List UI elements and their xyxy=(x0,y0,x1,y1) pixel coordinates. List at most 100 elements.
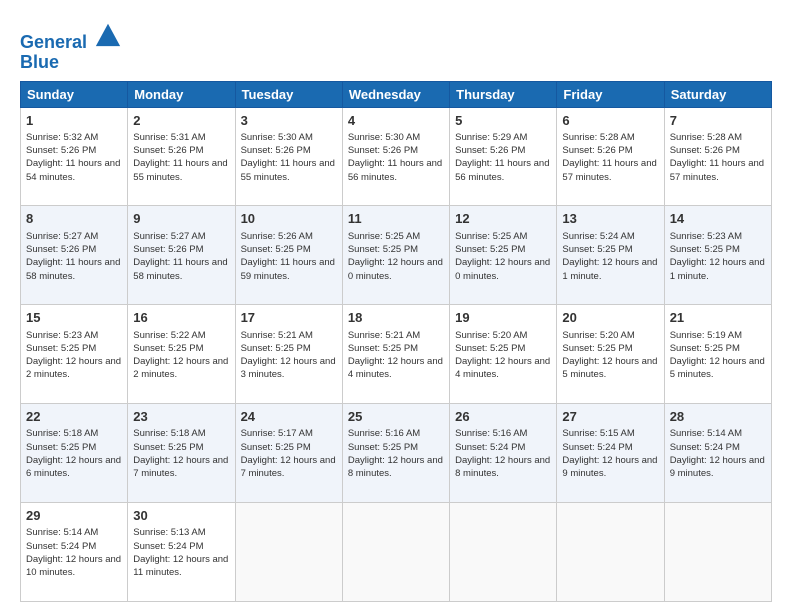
sunrise-text: Sunrise: 5:25 AM xyxy=(348,231,420,242)
sunrise-text: Sunrise: 5:21 AM xyxy=(241,330,313,341)
calendar-cell: 1Sunrise: 5:32 AMSunset: 5:26 PMDaylight… xyxy=(21,107,128,206)
daylight-text: Daylight: 11 hours and 58 minutes. xyxy=(26,257,120,281)
sunset-text: Sunset: 5:25 PM xyxy=(348,442,418,453)
sunset-text: Sunset: 5:25 PM xyxy=(241,244,311,255)
day-header-wednesday: Wednesday xyxy=(342,81,449,107)
sunrise-text: Sunrise: 5:27 AM xyxy=(133,231,205,242)
sunrise-text: Sunrise: 5:20 AM xyxy=(562,330,634,341)
calendar-cell xyxy=(235,503,342,602)
sunrise-text: Sunrise: 5:23 AM xyxy=(670,231,742,242)
sunrise-text: Sunrise: 5:14 AM xyxy=(670,428,742,439)
sunset-text: Sunset: 5:26 PM xyxy=(26,145,96,156)
sunset-text: Sunset: 5:24 PM xyxy=(133,541,203,552)
calendar-body: 1Sunrise: 5:32 AMSunset: 5:26 PMDaylight… xyxy=(21,107,772,601)
day-number: 4 xyxy=(348,112,444,130)
sunset-text: Sunset: 5:26 PM xyxy=(348,145,418,156)
calendar-header-row: SundayMondayTuesdayWednesdayThursdayFrid… xyxy=(21,81,772,107)
day-number: 8 xyxy=(26,210,122,228)
sunrise-text: Sunrise: 5:13 AM xyxy=(133,527,205,538)
sunrise-text: Sunrise: 5:26 AM xyxy=(241,231,313,242)
daylight-text: Daylight: 12 hours and 9 minutes. xyxy=(562,455,657,479)
day-number: 24 xyxy=(241,408,337,426)
day-number: 28 xyxy=(670,408,766,426)
sunset-text: Sunset: 5:26 PM xyxy=(26,244,96,255)
day-header-tuesday: Tuesday xyxy=(235,81,342,107)
calendar-cell: 27Sunrise: 5:15 AMSunset: 5:24 PMDayligh… xyxy=(557,404,664,503)
calendar-cell: 14Sunrise: 5:23 AMSunset: 5:25 PMDayligh… xyxy=(664,206,771,305)
sunset-text: Sunset: 5:24 PM xyxy=(670,442,740,453)
sunrise-text: Sunrise: 5:27 AM xyxy=(26,231,98,242)
calendar-cell: 29Sunrise: 5:14 AMSunset: 5:24 PMDayligh… xyxy=(21,503,128,602)
day-number: 16 xyxy=(133,309,229,327)
sunrise-text: Sunrise: 5:22 AM xyxy=(133,330,205,341)
daylight-text: Daylight: 12 hours and 0 minutes. xyxy=(455,257,550,281)
daylight-text: Daylight: 11 hours and 57 minutes. xyxy=(562,158,656,182)
day-number: 9 xyxy=(133,210,229,228)
calendar-cell: 5Sunrise: 5:29 AMSunset: 5:26 PMDaylight… xyxy=(450,107,557,206)
sunrise-text: Sunrise: 5:29 AM xyxy=(455,132,527,143)
day-number: 20 xyxy=(562,309,658,327)
calendar-cell: 12Sunrise: 5:25 AMSunset: 5:25 PMDayligh… xyxy=(450,206,557,305)
daylight-text: Daylight: 11 hours and 57 minutes. xyxy=(670,158,764,182)
day-number: 2 xyxy=(133,112,229,130)
sunset-text: Sunset: 5:25 PM xyxy=(26,442,96,453)
sunrise-text: Sunrise: 5:23 AM xyxy=(26,330,98,341)
calendar-week-row: 8 Sunrise: 5:27 AM Sunset: 5:26 PM Daylight… xyxy=(21,206,772,305)
logo-text: General xyxy=(20,20,122,53)
daylight-text: Daylight: 12 hours and 4 minutes. xyxy=(455,356,550,380)
sunrise-text: Sunrise: 5:30 AM xyxy=(348,132,420,143)
daylight-text: Daylight: 11 hours and 55 minutes. xyxy=(241,158,335,182)
daylight-text: Daylight: 12 hours and 6 minutes. xyxy=(26,455,121,479)
calendar-cell xyxy=(342,503,449,602)
sunset-text: Sunset: 5:25 PM xyxy=(562,343,632,354)
sunrise-text: Sunrise: 5:16 AM xyxy=(348,428,420,439)
day-number: 14 xyxy=(670,210,766,228)
day-number: 7 xyxy=(670,112,766,130)
calendar-cell: 23Sunrise: 5:18 AMSunset: 5:25 PMDayligh… xyxy=(128,404,235,503)
sunset-text: Sunset: 5:25 PM xyxy=(133,442,203,453)
day-number: 10 xyxy=(241,210,337,228)
sunrise-text: Sunrise: 5:21 AM xyxy=(348,330,420,341)
sunrise-text: Sunrise: 5:18 AM xyxy=(133,428,205,439)
daylight-text: Daylight: 12 hours and 5 minutes. xyxy=(670,356,765,380)
calendar-week-row: 29Sunrise: 5:14 AMSunset: 5:24 PMDayligh… xyxy=(21,503,772,602)
sunset-text: Sunset: 5:25 PM xyxy=(670,343,740,354)
sunset-text: Sunset: 5:25 PM xyxy=(241,442,311,453)
day-number: 22 xyxy=(26,408,122,426)
calendar-week-row: 22 Sunrise: 5:18 AM Sunset: 5:25 PM Dayligh… xyxy=(21,404,772,503)
day-number: 6 xyxy=(562,112,658,130)
header: General Blue xyxy=(20,16,772,73)
calendar-cell: 19Sunrise: 5:20 AMSunset: 5:25 PMDayligh… xyxy=(450,305,557,404)
sunrise-text: Sunrise: 5:24 AM xyxy=(562,231,634,242)
daylight-text: Daylight: 11 hours and 59 minutes. xyxy=(241,257,335,281)
calendar-cell: 16Sunrise: 5:22 AMSunset: 5:25 PMDayligh… xyxy=(128,305,235,404)
daylight-text: Daylight: 12 hours and 8 minutes. xyxy=(348,455,443,479)
day-number: 12 xyxy=(455,210,551,228)
calendar-cell xyxy=(664,503,771,602)
sunrise-text: Sunrise: 5:15 AM xyxy=(562,428,634,439)
calendar-cell: 17Sunrise: 5:21 AMSunset: 5:25 PMDayligh… xyxy=(235,305,342,404)
day-number: 15 xyxy=(26,309,122,327)
daylight-text: Daylight: 11 hours and 56 minutes. xyxy=(455,158,549,182)
day-number: 27 xyxy=(562,408,658,426)
calendar-cell: 24Sunrise: 5:17 AMSunset: 5:25 PMDayligh… xyxy=(235,404,342,503)
sunrise-text: Sunrise: 5:14 AM xyxy=(26,527,98,538)
sunset-text: Sunset: 5:25 PM xyxy=(241,343,311,354)
logo-general: General xyxy=(20,32,87,52)
calendar-cell: 20Sunrise: 5:20 AMSunset: 5:25 PMDayligh… xyxy=(557,305,664,404)
daylight-text: Daylight: 12 hours and 1 minute. xyxy=(562,257,657,281)
sunrise-text: Sunrise: 5:31 AM xyxy=(133,132,205,143)
calendar-cell: 9Sunrise: 5:27 AMSunset: 5:26 PMDaylight… xyxy=(128,206,235,305)
calendar-cell: 4Sunrise: 5:30 AMSunset: 5:26 PMDaylight… xyxy=(342,107,449,206)
sunrise-text: Sunrise: 5:18 AM xyxy=(26,428,98,439)
day-number: 30 xyxy=(133,507,229,525)
calendar-cell: 18Sunrise: 5:21 AMSunset: 5:25 PMDayligh… xyxy=(342,305,449,404)
calendar-cell: 6Sunrise: 5:28 AMSunset: 5:26 PMDaylight… xyxy=(557,107,664,206)
sunset-text: Sunset: 5:25 PM xyxy=(455,343,525,354)
sunset-text: Sunset: 5:26 PM xyxy=(455,145,525,156)
sunset-text: Sunset: 5:25 PM xyxy=(26,343,96,354)
sunrise-text: Sunrise: 5:28 AM xyxy=(562,132,634,143)
calendar-cell: 26Sunrise: 5:16 AMSunset: 5:24 PMDayligh… xyxy=(450,404,557,503)
sunset-text: Sunset: 5:25 PM xyxy=(455,244,525,255)
page: General Blue SundayMondayTuesdayWednesda… xyxy=(0,0,792,612)
